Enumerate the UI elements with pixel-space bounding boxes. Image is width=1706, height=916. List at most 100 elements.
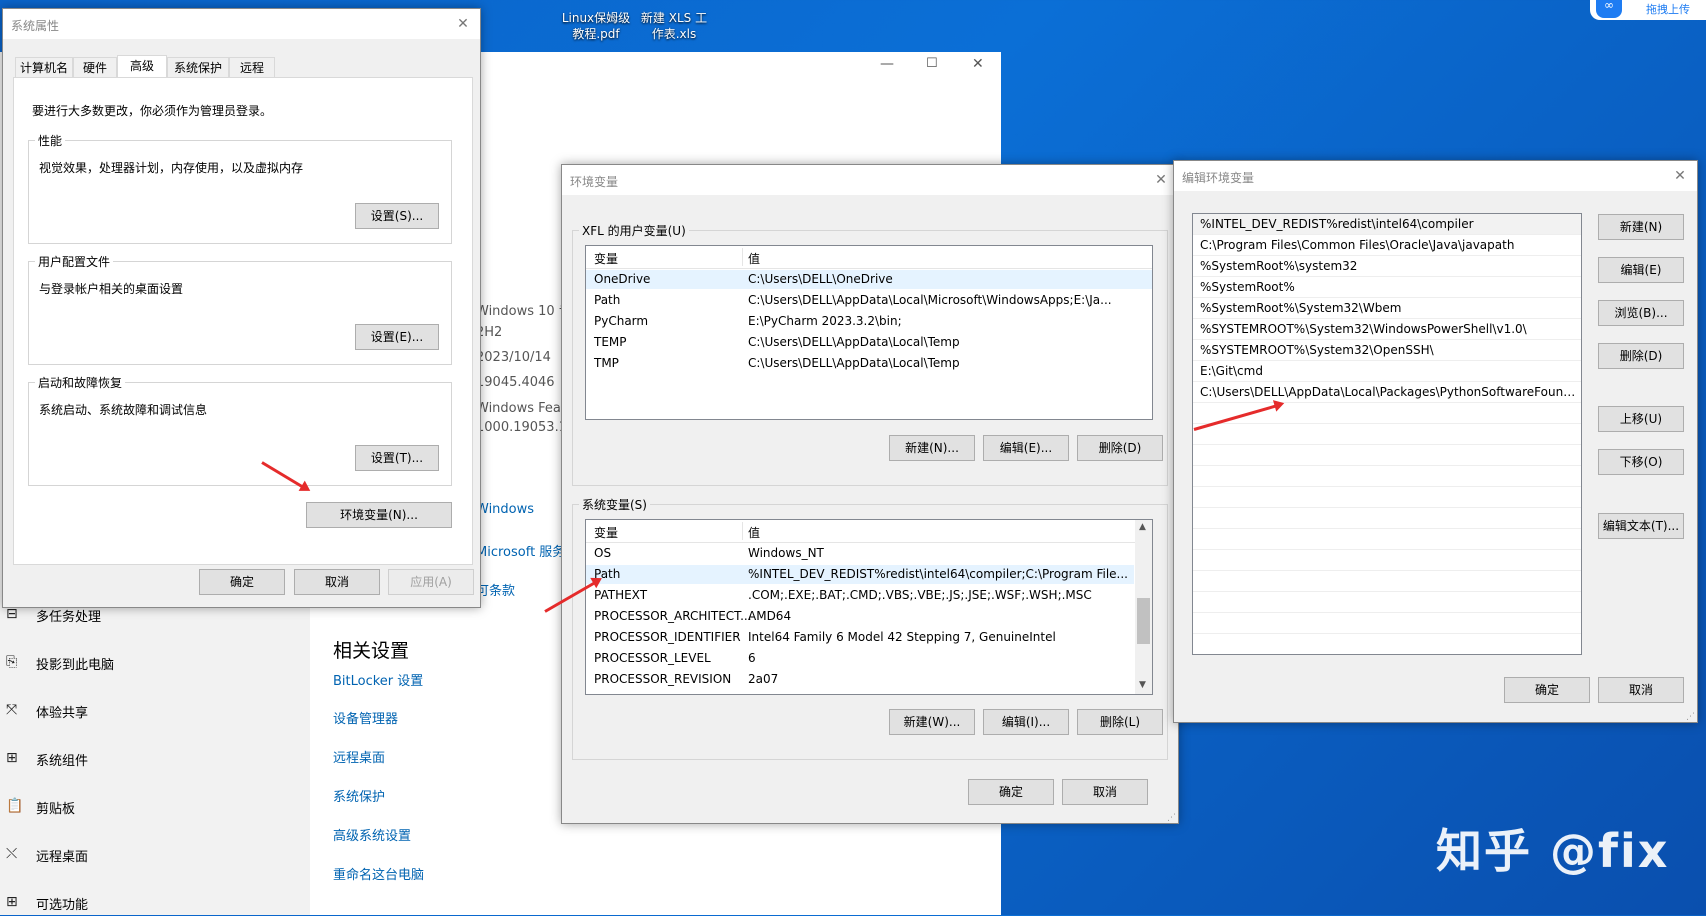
system-edit-button[interactable]: 编辑(I)... bbox=[983, 709, 1069, 735]
ok-button[interactable]: 确定 bbox=[199, 569, 285, 595]
tab-computer-name[interactable]: 计算机名 bbox=[15, 57, 73, 77]
user-vars-label: XFL 的用户变量(U) bbox=[579, 222, 689, 239]
col-value[interactable]: 值 bbox=[748, 524, 760, 541]
col-value[interactable]: 值 bbox=[748, 250, 760, 267]
user-var-row[interactable]: TEMP C:\Users\DELL\AppData\Local\Temp bbox=[586, 333, 1152, 352]
path-entry-empty[interactable] bbox=[1193, 466, 1581, 487]
performance-label: 性能 bbox=[35, 132, 66, 149]
edit-text-button[interactable]: 编辑文本(T)... bbox=[1598, 513, 1684, 539]
ok-button[interactable]: 确定 bbox=[1504, 677, 1590, 703]
close-icon[interactable]: ✕ bbox=[1669, 166, 1691, 186]
path-entry-empty[interactable] bbox=[1193, 529, 1581, 550]
tab-panel: 要进行大多数更改，你必须作为管理员登录。 性能 视觉效果，处理器计划，内存使用，… bbox=[13, 77, 473, 565]
resize-grip-icon[interactable]: ⋰ bbox=[1167, 813, 1176, 823]
path-entry-empty[interactable] bbox=[1193, 487, 1581, 508]
link-system-protection[interactable]: 系统保护 bbox=[333, 786, 385, 805]
startup-settings-button[interactable]: 设置(T)... bbox=[355, 445, 439, 471]
system-var-row[interactable]: PROCESSOR_ARCHITECT... AMD64 bbox=[586, 607, 1152, 626]
nav-item-clipboard[interactable]: 📋 剪贴板 bbox=[0, 796, 290, 820]
scroll-thumb[interactable] bbox=[1137, 598, 1150, 644]
col-variable[interactable]: 变量 bbox=[594, 524, 618, 541]
tab-remote[interactable]: 远程 bbox=[229, 57, 275, 77]
edit-entry-button[interactable]: 编辑(E) bbox=[1598, 257, 1684, 283]
system-var-row[interactable]: PROCESSOR_IDENTIFIER Intel64 Family 6 Mod… bbox=[586, 628, 1152, 647]
path-entry[interactable]: %SystemRoot% bbox=[1193, 277, 1581, 298]
user-delete-button[interactable]: 删除(D) bbox=[1077, 435, 1163, 461]
new-entry-button[interactable]: 新建(N) bbox=[1598, 214, 1684, 240]
move-down-button[interactable]: 下移(O) bbox=[1598, 449, 1684, 475]
environment-variables-button[interactable]: 环境变量(N)... bbox=[306, 502, 452, 528]
col-variable[interactable]: 变量 bbox=[594, 250, 618, 267]
system-var-row[interactable]: Path %INTEL_DEV_REDIST%redist\intel64\com… bbox=[586, 565, 1134, 584]
profile-settings-button[interactable]: 设置(E)... bbox=[355, 324, 439, 350]
tab-system-protection[interactable]: 系统保护 bbox=[167, 57, 229, 77]
cancel-button[interactable]: 取消 bbox=[1062, 779, 1148, 805]
path-entry-empty[interactable] bbox=[1193, 592, 1581, 613]
path-entry[interactable]: E:\Git\cmd bbox=[1193, 361, 1581, 382]
delete-entry-button[interactable]: 删除(D) bbox=[1598, 343, 1684, 369]
desktop-icon-xls[interactable]: 新建 XLS 工 作表.xls bbox=[636, 10, 712, 42]
upload-button[interactable]: ∞ 拖拽上传 bbox=[1590, 0, 1706, 20]
system-delete-button[interactable]: 删除(L) bbox=[1077, 709, 1163, 735]
col-divider bbox=[742, 248, 743, 266]
profile-desc: 与登录帐户相关的桌面设置 bbox=[39, 282, 184, 296]
system-var-row[interactable]: PROCESSOR_REVISION 2a07 bbox=[586, 670, 1152, 689]
nav-item-share[interactable]: ⤧ 体验共享 bbox=[0, 700, 290, 724]
settings-maximize[interactable]: ☐ bbox=[926, 56, 938, 71]
nav-item-components[interactable]: ⊞ 系统组件 bbox=[0, 748, 290, 772]
scroll-down-icon[interactable]: ▼ bbox=[1139, 680, 1146, 690]
link-advanced-system[interactable]: 高级系统设置 bbox=[333, 825, 411, 844]
path-entry-empty[interactable] bbox=[1193, 445, 1581, 466]
nav-item-project[interactable]: ⎘ 投影到此电脑 bbox=[0, 652, 290, 676]
path-entry[interactable]: %INTEL_DEV_REDIST%redist\intel64\compile… bbox=[1193, 214, 1581, 235]
vertical-scrollbar[interactable]: ▲ ▼ bbox=[1135, 520, 1152, 694]
tab-hardware[interactable]: 硬件 bbox=[73, 57, 117, 77]
ok-button[interactable]: 确定 bbox=[968, 779, 1054, 805]
cancel-button[interactable]: 取消 bbox=[1598, 677, 1684, 703]
link-remote-desktop[interactable]: 远程桌面 bbox=[333, 747, 385, 766]
scroll-up-icon[interactable]: ▲ bbox=[1139, 522, 1146, 532]
user-new-button[interactable]: 新建(N)... bbox=[889, 435, 975, 461]
move-up-button[interactable]: 上移(U) bbox=[1598, 406, 1684, 432]
path-entry[interactable]: %SystemRoot%\System32\Wbem bbox=[1193, 298, 1581, 319]
close-icon[interactable]: ✕ bbox=[1150, 170, 1172, 190]
path-entry[interactable]: C:\Program Files\Common Files\Oracle\Jav… bbox=[1193, 235, 1581, 256]
system-var-row[interactable]: PROCESSOR_LEVEL 6 bbox=[586, 649, 1152, 668]
about-link[interactable]: 可条款 bbox=[476, 580, 515, 599]
about-link[interactable]: Microsoft 服务 bbox=[476, 541, 565, 560]
path-entry-empty[interactable] bbox=[1193, 571, 1581, 592]
settings-close[interactable]: ✕ bbox=[972, 56, 984, 72]
performance-settings-button[interactable]: 设置(S)... bbox=[355, 203, 439, 229]
system-new-button[interactable]: 新建(W)... bbox=[889, 709, 975, 735]
path-entry-empty[interactable] bbox=[1193, 424, 1581, 445]
user-var-row[interactable]: PyCharm E:\PyCharm 2023.3.2\bin; bbox=[586, 312, 1152, 331]
path-entry[interactable]: C:\Users\DELL\AppData\Local\Packages\Pyt… bbox=[1193, 382, 1581, 403]
path-entry-empty[interactable] bbox=[1193, 613, 1581, 634]
about-link[interactable]: Windows bbox=[476, 502, 534, 517]
list-header: 变量 值 bbox=[586, 246, 1152, 269]
browse-button[interactable]: 浏览(B)... bbox=[1598, 300, 1684, 326]
path-entry-empty[interactable] bbox=[1193, 508, 1581, 529]
path-entry[interactable]: %SYSTEMROOT%\System32\WindowsPowerShell\… bbox=[1193, 319, 1581, 340]
link-bitlocker[interactable]: BitLocker 设置 bbox=[333, 670, 423, 689]
path-entry[interactable]: %SYSTEMROOT%\System32\OpenSSH\ bbox=[1193, 340, 1581, 361]
desktop-icon-pdf[interactable]: Linux保姆级 教程.pdf bbox=[556, 10, 636, 42]
user-var-row[interactable]: Path C:\Users\DELL\AppData\Local\Microsof… bbox=[586, 291, 1152, 310]
link-rename-pc[interactable]: 重命名这台电脑 bbox=[333, 864, 424, 883]
user-edit-button[interactable]: 编辑(E)... bbox=[983, 435, 1069, 461]
path-entry[interactable]: %SystemRoot%\system32 bbox=[1193, 256, 1581, 277]
resize-grip-icon[interactable]: ⋰ bbox=[1686, 712, 1695, 722]
settings-minimize[interactable]: — bbox=[880, 56, 894, 72]
user-vars-group: XFL 的用户变量(U) 变量 值 OneDrive C:\Users\DELL\… bbox=[572, 222, 1168, 486]
nav-item-optional[interactable]: ⊞ 可选功能 bbox=[0, 892, 290, 916]
close-icon[interactable]: ✕ bbox=[452, 14, 474, 34]
cancel-button[interactable]: 取消 bbox=[294, 569, 380, 595]
tab-advanced[interactable]: 高级 bbox=[117, 55, 167, 78]
user-var-row[interactable]: OneDrive C:\Users\DELL\OneDrive bbox=[586, 270, 1152, 289]
user-var-row[interactable]: TMP C:\Users\DELL\AppData\Local\Temp bbox=[586, 354, 1152, 373]
system-var-row[interactable]: OS Windows_NT bbox=[586, 544, 1152, 563]
nav-item-remote[interactable]: ⤬ 远程桌面 bbox=[0, 844, 290, 868]
system-var-row[interactable]: PATHEXT .COM;.EXE;.BAT;.CMD;.VBS;.VBE;.JS… bbox=[586, 586, 1152, 605]
link-device-manager[interactable]: 设备管理器 bbox=[333, 708, 398, 727]
path-entry-empty[interactable] bbox=[1193, 550, 1581, 571]
